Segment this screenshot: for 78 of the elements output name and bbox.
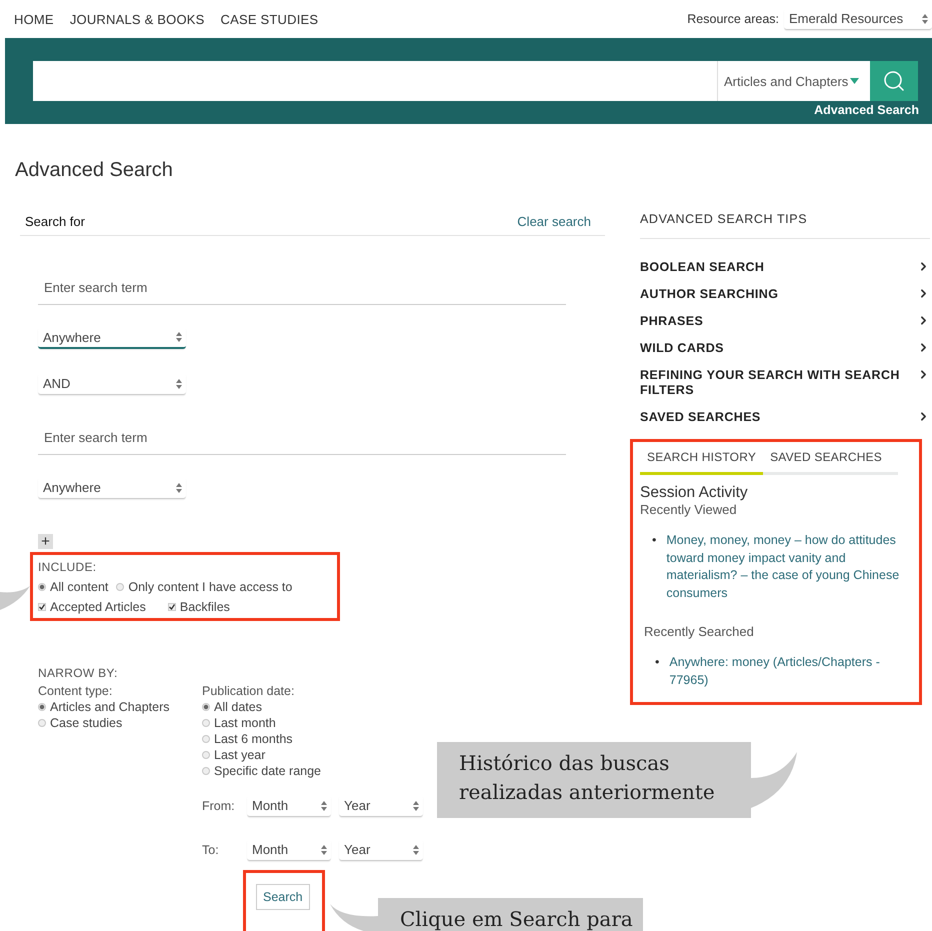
include-label: INCLUDE:: [38, 560, 98, 574]
form-heading: Search for: [25, 214, 85, 228]
tip-link[interactable]: WILD CARDS: [640, 341, 930, 356]
clear-search-link[interactable]: Clear search: [517, 214, 591, 228]
resource-areas-label: Resource areas:: [687, 12, 779, 26]
panel-tab[interactable]: SEARCH HISTORY: [640, 446, 764, 475]
nav-link[interactable]: CASE STUDIES: [220, 12, 318, 26]
resource-areas-dropdown[interactable]: Emerald Resources: [784, 8, 932, 30]
year-dropdown[interactable]: Year: [339, 795, 423, 817]
nav-link[interactable]: HOME: [14, 12, 54, 26]
radio-button[interactable]: [38, 583, 46, 591]
tip-link[interactable]: REFINING YOUR SEARCH WITH SEARCH FILTERS: [640, 368, 930, 398]
radio-button[interactable]: [38, 719, 46, 727]
radio-option[interactable]: Last 6 months: [202, 732, 432, 746]
month-dropdown[interactable]: Month: [247, 795, 331, 817]
radio-option[interactable]: All content: [38, 580, 108, 594]
history-link[interactable]: Money, money, money – how do attitudes toward money impact vanity and materialism? – the case of young Chinese consumers: [666, 532, 907, 602]
session-activity-heading: Session Activity: [640, 484, 749, 502]
radio-button[interactable]: [202, 735, 210, 743]
select-arrows-icon: [413, 844, 419, 854]
radio-button[interactable]: [116, 583, 124, 591]
field-dropdown[interactable]: Anywhere: [38, 327, 186, 349]
field-dropdown[interactable]: AND: [38, 373, 186, 395]
section-title: Recently Searched: [644, 624, 755, 639]
callout-tail: [0, 586, 30, 610]
radio-button[interactable]: [202, 703, 210, 711]
tip-link[interactable]: SAVED SEARCHES: [640, 410, 930, 425]
panel-tab[interactable]: SAVED SEARCHES: [763, 446, 890, 475]
tip-link[interactable]: AUTHOR SEARCHING: [640, 287, 930, 302]
narrow-by-label: NARROW BY:: [38, 666, 119, 680]
select-arrows-icon: [176, 378, 182, 388]
radio-button[interactable]: [202, 751, 210, 759]
content-type-dropdown[interactable]: Articles and Chapters: [717, 61, 870, 101]
checkbox[interactable]: [168, 603, 176, 611]
callout-tail: [330, 904, 378, 931]
history-link[interactable]: Anywhere: money (Articles/Chapters - 77965): [669, 654, 907, 689]
bullet-marker: •: [652, 532, 656, 549]
select-arrows-icon: [321, 844, 327, 854]
date-range-label: From:: [202, 799, 236, 813]
radio-option[interactable]: Case studies: [38, 716, 202, 730]
radio-button[interactable]: [38, 703, 46, 711]
search-button[interactable]: [870, 61, 918, 101]
caret-icon: [850, 78, 860, 84]
month-dropdown[interactable]: Month: [247, 839, 331, 861]
bullet-marker: •: [655, 654, 660, 671]
search-field[interactable]: [33, 61, 717, 101]
add-row-button[interactable]: +: [38, 534, 53, 549]
publication-date-label: Publication date:: [202, 684, 296, 698]
nav-link[interactable]: JOURNALS & BOOKS: [70, 12, 204, 26]
year-dropdown[interactable]: Year: [339, 839, 423, 861]
radio-option[interactable]: All dates: [202, 700, 432, 714]
radio-option[interactable]: Last year: [202, 748, 432, 762]
tip-link[interactable]: BOOLEAN SEARCH: [640, 260, 930, 275]
tips-heading: ADVANCED SEARCH TIPS: [640, 212, 930, 239]
checkbox[interactable]: [38, 603, 46, 611]
checkbox-option[interactable]: Backfiles: [168, 600, 230, 614]
content-type-label: Content type:: [38, 684, 114, 698]
radio-button[interactable]: [202, 719, 210, 727]
callout-tail: [751, 752, 797, 808]
radio-option[interactable]: Last month: [202, 716, 432, 730]
radio-option[interactable]: Only content I have access to: [116, 580, 292, 594]
page-title: Advanced Search: [15, 159, 174, 182]
section-title: Recently Viewed: [640, 502, 738, 517]
select-arrows-icon: [413, 800, 419, 810]
select-arrows-icon: [922, 14, 928, 24]
submit-search-button[interactable]: Search: [256, 884, 310, 910]
radio-button[interactable]: [202, 767, 210, 775]
tip-link[interactable]: PHRASES: [640, 314, 930, 329]
advanced-search-link[interactable]: Advanced Search: [814, 103, 919, 117]
select-arrows-icon: [176, 332, 182, 342]
checkbox-option[interactable]: Accepted Articles: [38, 600, 146, 614]
select-arrows-icon: [176, 482, 182, 492]
radio-option[interactable]: Articles and Chapters: [38, 700, 202, 714]
field-dropdown[interactable]: Anywhere: [38, 477, 186, 499]
date-range-label: To:: [202, 843, 220, 857]
radio-option[interactable]: Specific date range: [202, 764, 432, 778]
select-arrows-icon: [321, 800, 327, 810]
search-icon: [882, 69, 906, 93]
